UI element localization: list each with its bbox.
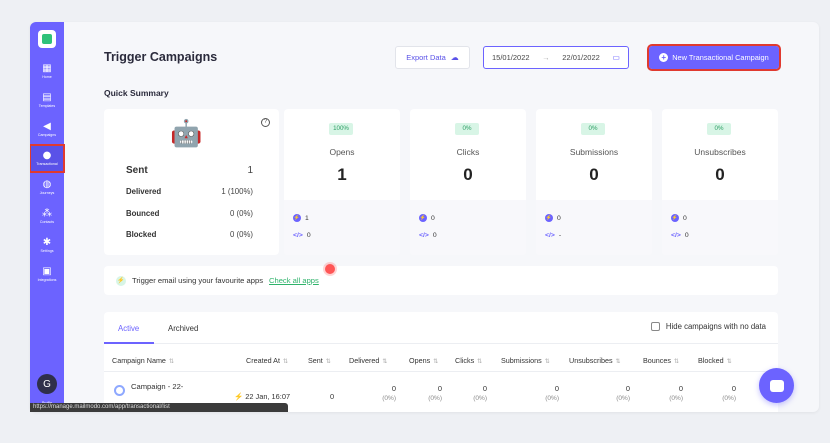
sidebar-item-integrations[interactable]: ▣ Integrations [30,261,64,288]
blocked-row: Blocked 0 (0%) [126,230,253,239]
sidebar-item-journeys[interactable]: ◍ Journeys [30,174,64,201]
status-bar-url: https://manage.mailmodo.com/app/transact… [30,403,288,412]
code-icon: </> [545,232,555,239]
tab-active[interactable]: Active [118,324,139,333]
col-blocked[interactable]: Blocked ⇅ [698,356,732,365]
sidebar-item-transactional[interactable]: ● Transactional [30,144,65,173]
col-delivered[interactable]: Delivered ⇅ [349,356,387,365]
arrow-right-icon: → [542,53,550,62]
col-unsubscribes[interactable]: Unsubscribes ⇅ [569,356,621,365]
opens-cell: 0 (0%) [428,384,442,402]
delivered-row: Delivered 1 (100%) [126,187,253,196]
code-icon: </> [419,232,429,239]
code-icon: </> [671,232,681,239]
summary-card: 🤖 ? Sent 1 Delivered 1 (100%) Bounced 0 … [104,109,279,255]
bounced-row: Bounced 0 (0%) [126,209,253,218]
avatar[interactable]: G [37,374,57,394]
sent-row: Sent 1 [126,165,253,176]
quick-summary-title: Quick Summary [104,88,169,98]
col-clicks[interactable]: Clicks ⇅ [455,356,482,365]
hide-no-data-toggle[interactable]: Hide campaigns with no data [650,322,766,331]
col-created-at[interactable]: Created At ⇅ [246,356,288,365]
new-campaign-label: New Transactional Campaign [672,53,769,62]
campaign-name-cell[interactable]: Campaign - 22- [114,382,183,396]
stat-card-clicks: 0% Clicks 0 ⚡ 0 </> 0 [410,109,526,255]
trigger-banner: ⚡ Trigger email using your favourite app… [104,266,778,295]
sidebar: ▦ Home ▤ Templates ◀ Campaigns ● Transaction… [30,22,65,412]
check-all-apps-link[interactable]: Check all apps [269,276,319,285]
bolt-icon: ⚡ [293,214,301,222]
col-sent[interactable]: Sent ⇅ [308,356,331,365]
export-label: Export Data [406,53,446,62]
bounces-cell: 0 (0%) [669,384,683,402]
date-range-picker[interactable]: 15/01/2022 → 22/01/2022 ▭ [483,46,629,69]
chat-button[interactable] [759,368,794,403]
export-data-button[interactable]: Export Data ☁ [395,46,470,69]
stat-card-unsubscribes: 0% Unsubscribes 0 ⚡ 0 </> 0 [662,109,778,255]
sidebar-item-templates[interactable]: ▤ Templates [30,87,64,114]
bolt-icon: ● [42,150,52,161]
submissions-cell: 0 (0%) [545,384,559,402]
col-bounces[interactable]: Bounces ⇅ [643,356,679,365]
active-tab-underline [104,342,154,344]
sidebar-item-campaigns[interactable]: ◀ Campaigns [30,116,64,143]
bolt-icon: ⚡ [545,214,553,222]
bolt-icon: ⚡ [419,214,427,222]
cloud-upload-icon: ☁ [450,53,459,62]
campaign-gear-icon [114,385,125,396]
sidebar-item-contacts[interactable]: ⁂ Contacts [30,203,64,230]
unsubscribes-cell: 0 (0%) [616,384,630,402]
tab-archived[interactable]: Archived [168,324,198,333]
contacts-icon: ⁂ [42,208,52,219]
journey-icon: ◍ [42,179,52,190]
sent-cell: 0 [330,392,335,401]
date-to: 22/01/2022 [562,53,600,62]
megaphone-icon: ◀ [43,121,51,132]
chat-bubble-icon [769,379,784,392]
created-at-cell: ⚡ 22 Jan, 16:07 [234,392,291,401]
template-icon: ▤ [42,92,52,103]
bolt-icon: ⚡ [671,214,679,222]
grid-icon: ▦ [42,63,52,74]
leaf-icon: ⚡ [116,275,126,286]
page-title: Trigger Campaigns [104,50,218,64]
stat-card-submissions: 0% Submissions 0 ⚡ 0 </> - [536,109,652,255]
sidebar-item-settings[interactable]: ✱ Settings [30,232,64,259]
main-content: Trigger Campaigns Export Data ☁ 15/01/20… [104,22,784,412]
col-opens[interactable]: Opens ⇅ [409,356,438,365]
logo[interactable] [38,30,56,48]
trigger-text: Trigger email using your favourite apps [132,276,263,285]
delivered-cell: 0 (0%) [382,384,396,402]
campaign-table: Active Archived Hide campaigns with no d… [104,312,778,412]
sidebar-item-home[interactable]: ▦ Home [30,58,64,85]
gear-icon: ✱ [42,237,52,248]
code-icon: </> [293,232,303,239]
logo-mark [42,34,52,44]
date-from: 15/01/2022 [492,53,530,62]
integrations-icon: ▣ [42,266,52,277]
plus-icon: + [659,53,669,62]
robot-illustration-icon: 🤖 [170,119,203,149]
table-header: Campaign Name ⇅ Created At ⇅ Sent ⇅ Deliver… [104,352,778,372]
help-icon[interactable]: ? [261,118,270,127]
col-submissions[interactable]: Submissions ⇅ [501,356,550,365]
calendar-icon: ▭ [612,53,620,62]
new-transactional-campaign-button[interactable]: + New Transactional Campaign [647,44,781,71]
tab-bar: Active Archived Hide campaigns with no d… [104,312,778,344]
clicks-cell: 0 (0%) [473,384,487,402]
stat-card-opens: 100% Opens 1 ⚡ 1 </> 0 [284,109,400,255]
blocked-cell: 0 (0%) [722,384,736,402]
checkbox[interactable] [650,322,660,331]
notification-dot [325,264,335,274]
col-campaign-name[interactable]: Campaign Name ⇅ [112,356,174,365]
app-window: ▦ Home ▤ Templates ◀ Campaigns ● Transaction… [30,22,819,412]
